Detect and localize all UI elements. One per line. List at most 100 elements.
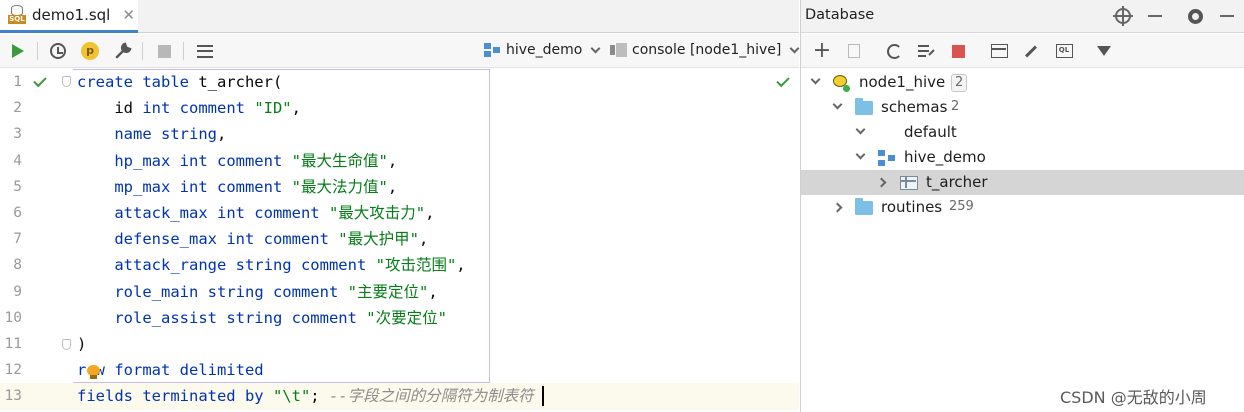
code-line-current[interactable]: 13 fields terminated by "\t"; --字段之间的分隔符… xyxy=(0,383,799,410)
hide-button[interactable] xyxy=(1217,6,1237,26)
disconnect-button[interactable] xyxy=(947,40,969,62)
clock-icon xyxy=(50,43,66,59)
connection-count-badge: 2 xyxy=(951,74,968,92)
chevron-down-icon xyxy=(789,43,800,53)
locate-button[interactable] xyxy=(1113,6,1133,26)
code-line[interactable]: 9 role_main string comment "主要定位", xyxy=(0,279,799,305)
folder-icon xyxy=(855,98,873,115)
text-caret xyxy=(542,386,544,406)
table-layout-icon xyxy=(197,44,213,58)
tree-node-connection[interactable]: node1_hive 2 xyxy=(801,70,1244,95)
open-query-console-button[interactable]: QL xyxy=(1053,40,1075,62)
chevron-right-icon[interactable] xyxy=(876,177,887,188)
refresh-icon xyxy=(886,43,902,59)
collapse-all-button[interactable] xyxy=(1145,6,1165,26)
close-tab-icon[interactable]: ✕ xyxy=(122,6,135,24)
edit-source-button[interactable] xyxy=(1020,40,1042,62)
code-line[interactable]: 12 row format delimited xyxy=(0,357,799,383)
tree-node-schema-hive-demo[interactable]: hive_demo xyxy=(801,145,1244,170)
schema-selector[interactable]: hive_demo xyxy=(484,42,601,58)
code-line[interactable]: 8 attack_range string comment "攻击范围", xyxy=(0,252,799,278)
intention-bulb-icon[interactable] xyxy=(87,365,100,379)
explain-plan-button[interactable]: p xyxy=(78,39,102,63)
stop-icon xyxy=(157,44,171,58)
output-layout-button[interactable] xyxy=(193,39,217,63)
code-line[interactable]: 3 name string, xyxy=(0,121,799,147)
stop-button[interactable] xyxy=(152,39,176,63)
code-line[interactable]: 1 create table t_archer( xyxy=(0,69,799,95)
chevron-down-icon[interactable] xyxy=(855,124,866,135)
pencil-icon xyxy=(1024,44,1038,58)
table-icon xyxy=(990,44,1008,58)
toolbar-separator xyxy=(183,42,184,60)
file-tab-demo1[interactable]: SQL demo1.sql ✕ xyxy=(0,0,138,33)
query-console-icon: QL xyxy=(1055,44,1073,58)
code-editor[interactable]: 1 create table t_archer( 2 id int commen… xyxy=(0,69,799,412)
inspection-ok-icon xyxy=(776,73,790,88)
chevron-right-icon[interactable] xyxy=(832,202,843,213)
fold-marker-icon[interactable] xyxy=(62,76,71,87)
schema-selector-label: hive_demo xyxy=(506,42,583,58)
chevron-down-icon[interactable] xyxy=(855,149,866,160)
code-line[interactable]: 10 role_assist string comment "次要定位" xyxy=(0,305,799,331)
filter-button[interactable] xyxy=(1093,40,1115,62)
schema-icon xyxy=(484,43,501,57)
editor-pane: SQL demo1.sql ✕ p hive_demo console [nod… xyxy=(0,0,800,412)
play-icon xyxy=(12,44,24,58)
gear-icon xyxy=(1187,8,1203,24)
copy-icon xyxy=(848,44,860,58)
execute-button[interactable] xyxy=(6,39,30,63)
table-view-button[interactable] xyxy=(988,40,1010,62)
collapse-icon xyxy=(1148,9,1162,23)
toolbar-separator xyxy=(142,42,143,60)
history-button[interactable] xyxy=(46,39,70,63)
execution-success-icon xyxy=(33,73,47,88)
console-selector-label: console [node1_hive] xyxy=(632,42,782,58)
refresh-button[interactable] xyxy=(883,40,905,62)
settings-button[interactable] xyxy=(1185,6,1205,26)
chevron-down-icon[interactable] xyxy=(810,74,821,85)
tree-node-routines[interactable]: routines 259 xyxy=(801,195,1244,220)
schema-icon xyxy=(878,150,896,166)
toolbar-separator xyxy=(37,42,38,60)
fold-marker-icon[interactable] xyxy=(62,339,71,350)
add-button[interactable]: + xyxy=(811,40,833,62)
folder-icon xyxy=(855,198,873,215)
schemas-count-badge: 2 xyxy=(951,99,960,114)
watermark: CSDN @无敌的小周 xyxy=(1060,388,1207,407)
code-line[interactable]: 11 ) xyxy=(0,331,799,357)
filter-icon xyxy=(1097,46,1111,56)
tree-node-table-t-archer[interactable]: t_archer xyxy=(801,170,1244,195)
minimize-icon xyxy=(1220,15,1234,17)
database-tool-window: Database + QL node1_hive 2 schemas 2 def… xyxy=(800,0,1244,412)
sql-file-icon: SQL xyxy=(8,5,26,25)
explain-icon: p xyxy=(81,42,99,60)
editor-tab-bar: SQL demo1.sql ✕ xyxy=(0,0,799,33)
hive-connection-icon xyxy=(832,73,850,92)
tree-node-schemas[interactable]: schemas 2 xyxy=(801,95,1244,120)
code-line[interactable]: 6 attack_max int comment "最大攻击力", xyxy=(0,200,799,226)
database-toolbar: + QL xyxy=(801,34,1244,68)
table-icon xyxy=(900,176,918,190)
console-icon xyxy=(610,43,627,57)
settings-wrench-button[interactable] xyxy=(111,39,135,63)
schema-properties-button[interactable] xyxy=(915,40,937,62)
code-line[interactable]: 5 mp_max int comment "最大法力值", xyxy=(0,174,799,200)
duplicate-button[interactable] xyxy=(843,40,865,62)
database-title: Database xyxy=(805,7,875,23)
chevron-down-icon[interactable] xyxy=(832,99,843,110)
target-icon xyxy=(1113,6,1133,26)
console-selector[interactable]: console [node1_hive] xyxy=(610,42,800,58)
wrench-icon xyxy=(115,42,132,59)
db-settings-icon xyxy=(918,45,935,57)
file-tab-label: demo1.sql xyxy=(32,6,111,24)
database-header: Database xyxy=(801,0,1244,33)
code-line[interactable]: 2 id int comment "ID", xyxy=(0,95,799,121)
routines-count-badge: 259 xyxy=(949,199,974,214)
code-line[interactable]: 4 hp_max int comment "最大生命值", xyxy=(0,148,799,174)
stop-icon xyxy=(951,44,965,58)
chevron-down-icon xyxy=(590,43,601,53)
tree-node-schema-default[interactable]: default xyxy=(801,120,1244,145)
plus-icon: + xyxy=(812,38,832,63)
code-line[interactable]: 7 defense_max int comment "最大护甲", xyxy=(0,226,799,252)
